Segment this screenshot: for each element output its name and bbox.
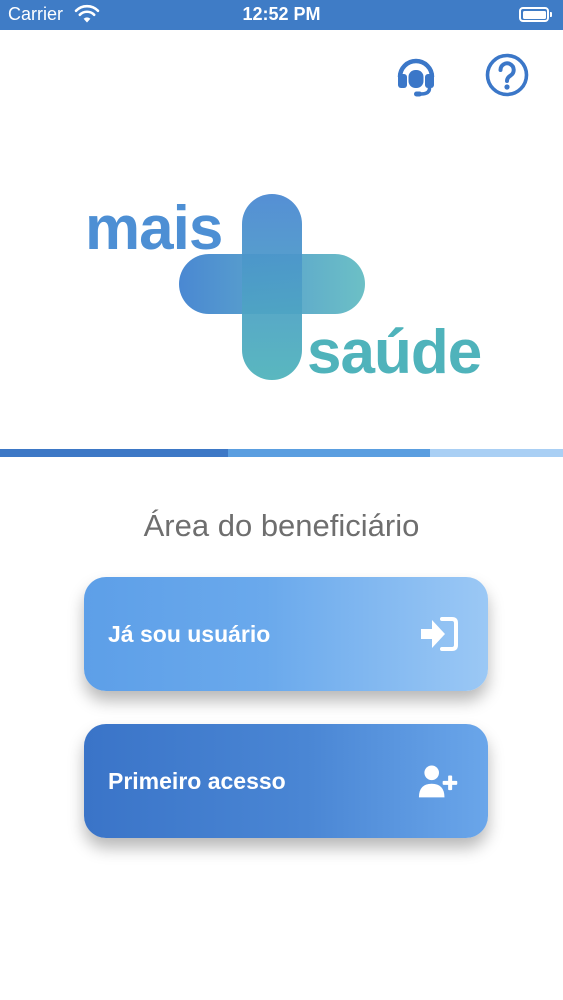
sign-in-icon — [421, 617, 458, 651]
logo-word-saude: saúde — [307, 318, 482, 387]
support-button[interactable] — [393, 52, 439, 98]
existing-user-button[interactable]: Já sou usuário — [84, 577, 488, 691]
app-logo: mais saúde — [85, 192, 495, 387]
help-button[interactable] — [484, 52, 530, 98]
headset-icon — [397, 58, 435, 97]
section-title: Área do beneficiário — [143, 508, 420, 543]
section-divider — [0, 449, 563, 457]
user-plus-icon — [418, 765, 458, 798]
battery-icon — [519, 7, 552, 22]
existing-user-label: Já sou usuário — [108, 621, 271, 647]
first-access-label: Primeiro acesso — [108, 768, 286, 794]
clock: 12:52 PM — [242, 4, 321, 24]
first-access-button[interactable]: Primeiro acesso — [84, 724, 488, 838]
help-circle-icon — [485, 53, 529, 97]
status-bar: Carrier 12:52 PM — [0, 0, 563, 30]
